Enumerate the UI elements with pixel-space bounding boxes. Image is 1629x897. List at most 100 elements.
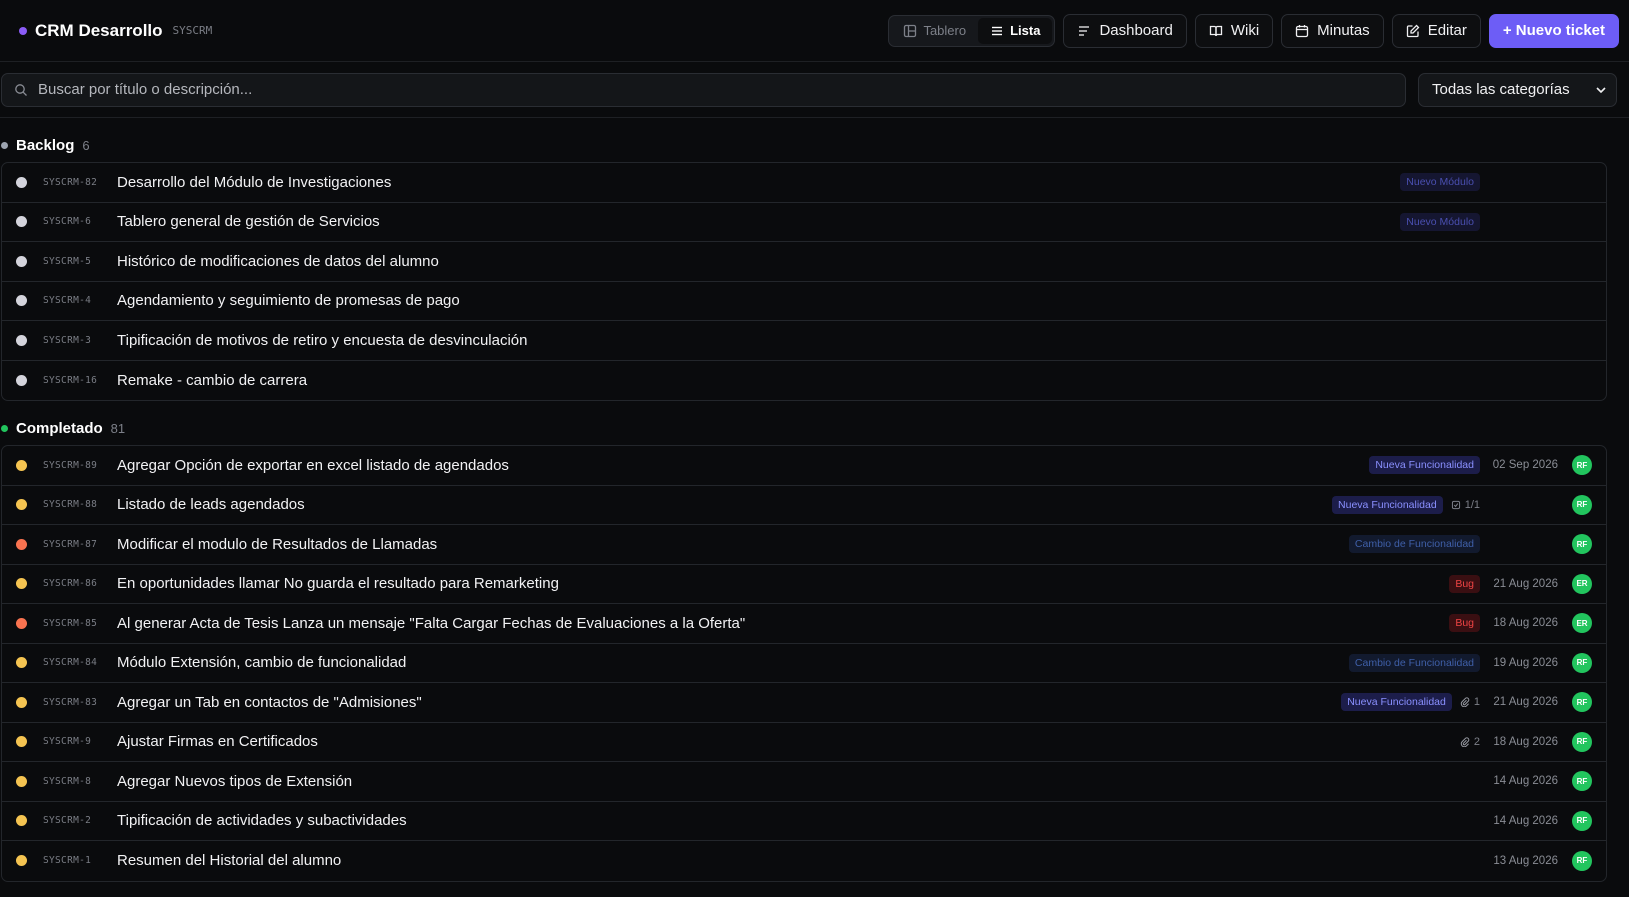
assignee-avatar[interactable]: ER xyxy=(1572,613,1592,634)
ticket-title[interactable]: Desarrollo del Módulo de Investigaciones xyxy=(117,174,1400,191)
ticket-row[interactable]: SYSCRM-2 Tipificación de actividades y su… xyxy=(2,802,1606,841)
ticket-subinfo: 1/1 xyxy=(1451,499,1480,511)
header-actions: Tablero Lista Dashboard Wiki Minutas Edi… xyxy=(888,13,1619,48)
ticket-title[interactable]: Resumen del Historial del alumno xyxy=(117,852,1488,869)
ticket-title[interactable]: Ajustar Firmas en Certificados xyxy=(117,733,1460,750)
priority-dot xyxy=(16,775,27,787)
ticket-title[interactable]: Agendamiento y seguimiento de promesas d… xyxy=(117,292,1488,309)
due-date: 18 Aug 2026 xyxy=(1493,617,1558,630)
due-date: 21 Aug 2026 xyxy=(1493,577,1558,590)
ticket-title[interactable]: Módulo Extensión, cambio de funcionalida… xyxy=(117,654,1349,671)
ticket-key: SYSCRM-8 xyxy=(43,775,92,787)
ticket-meta: Cambio de Funcionalidad 19 Aug 2026 RF xyxy=(1348,652,1592,673)
assignee-avatar[interactable]: RF xyxy=(1572,652,1592,673)
project-color-dot xyxy=(19,26,27,35)
ticket-title[interactable]: Modificar el modulo de Resultados de Lla… xyxy=(117,536,1349,553)
ticket-title[interactable]: Tablero general de gestión de Servicios xyxy=(117,213,1400,230)
assignee-slot: RF xyxy=(1566,771,1592,792)
ticket-row[interactable]: SYSCRM-89 Agregar Opción de exportar en e… xyxy=(2,446,1606,486)
assignee-slot: ER xyxy=(1566,613,1592,634)
minutes-button[interactable]: Minutas xyxy=(1281,13,1384,48)
assignee-avatar[interactable]: RF xyxy=(1572,771,1592,792)
assignee-avatar[interactable]: RF xyxy=(1572,692,1592,713)
ticket-key: SYSCRM-88 xyxy=(43,499,98,511)
priority-dot xyxy=(16,696,27,708)
ticket-key: SYSCRM-16 xyxy=(43,374,98,386)
board-icon xyxy=(903,24,917,38)
ticket-row[interactable]: SYSCRM-85 Al generar Acta de Tesis Lanza … xyxy=(2,604,1606,644)
ticket-row[interactable]: SYSCRM-87 Modificar el modulo de Resultad… xyxy=(2,525,1606,565)
list-view-button[interactable]: Lista xyxy=(978,17,1053,44)
assignee-avatar[interactable]: ER xyxy=(1572,573,1592,594)
ticket-title[interactable]: Agregar Opción de exportar en excel list… xyxy=(117,457,1369,474)
ticket-row[interactable]: SYSCRM-83 Agregar un Tab en contactos de … xyxy=(2,683,1606,723)
ticket-row[interactable]: SYSCRM-82 Desarrollo del Módulo de Invest… xyxy=(2,163,1606,203)
assignee-avatar[interactable]: RF xyxy=(1572,850,1592,871)
group-count: 81 xyxy=(110,420,126,436)
ticket-key: SYSCRM-4 xyxy=(43,295,92,307)
ticket-title[interactable]: Histórico de modificaciones de datos del… xyxy=(117,253,1488,270)
assignee-avatar[interactable]: RF xyxy=(1572,455,1592,476)
assignee-avatar[interactable]: RF xyxy=(1572,494,1592,515)
assignee-slot: RF xyxy=(1566,534,1592,555)
ticket-title[interactable]: En oportunidades llamar No guarda el res… xyxy=(117,575,1449,592)
category-tag: Nueva Funcionalidad xyxy=(1341,693,1452,712)
ticket-row[interactable]: SYSCRM-8 Agregar Nuevos tipos de Extensió… xyxy=(2,762,1606,802)
ticket-title[interactable]: Remake - cambio de carrera xyxy=(117,372,1488,389)
ticket-row[interactable]: SYSCRM-9 Ajustar Firmas en Certificados 2 1… xyxy=(2,723,1606,762)
ticket-row[interactable]: SYSCRM-1 Resumen del Historial del alumno… xyxy=(2,841,1606,881)
dashboard-button[interactable]: Dashboard xyxy=(1063,13,1187,48)
group-name: Completado xyxy=(16,419,103,437)
assignee-slot: RF xyxy=(1566,731,1592,752)
category-select[interactable]: Todas las categorías xyxy=(1418,72,1617,107)
category-tag: Cambio de Funcionalidad xyxy=(1348,535,1480,554)
edit-label: Editar xyxy=(1427,22,1467,39)
assignee-slot: RF xyxy=(1566,455,1592,476)
search-input[interactable] xyxy=(38,81,1393,98)
ticket-title[interactable]: Agregar un Tab en contactos de "Admision… xyxy=(117,694,1341,711)
ticket-key: SYSCRM-86 xyxy=(43,578,98,590)
checklist-icon xyxy=(1451,500,1461,510)
priority-dot xyxy=(16,176,27,188)
ticket-subinfo: 1 xyxy=(1460,696,1480,708)
ticket-title[interactable]: Tipificación de motivos de retiro y encu… xyxy=(117,332,1488,349)
ticket-meta: Nueva Funcionalidad 02 Sep 2026 RF xyxy=(1369,455,1592,476)
ticket-key: SYSCRM-82 xyxy=(43,176,98,188)
group-header[interactable]: Completado 81 xyxy=(0,417,1629,439)
new-ticket-button[interactable]: + Nuevo ticket xyxy=(1488,13,1619,48)
assignee-avatar[interactable]: RF xyxy=(1572,731,1592,752)
assignee-slot: RF xyxy=(1566,494,1592,515)
search-icon xyxy=(14,83,28,97)
ticket-row[interactable]: SYSCRM-5 Histórico de modificaciones de d… xyxy=(2,242,1606,282)
board-view-label: Tablero xyxy=(923,23,967,38)
filter-bar: Todas las categorías xyxy=(0,62,1629,118)
ticket-title[interactable]: Listado de leads agendados xyxy=(117,496,1332,513)
ticket-row[interactable]: SYSCRM-6 Tablero general de gestión de Se… xyxy=(2,203,1606,242)
ticket-row[interactable]: SYSCRM-88 Listado de leads agendados Nueva… xyxy=(2,486,1606,525)
ticket-key: SYSCRM-87 xyxy=(43,538,98,550)
assignee-avatar[interactable]: RF xyxy=(1572,810,1592,831)
assignee-slot: ER xyxy=(1566,573,1592,594)
group-header[interactable]: Backlog 6 xyxy=(0,134,1629,156)
ticket-key: SYSCRM-84 xyxy=(43,657,98,669)
group-name: Backlog xyxy=(16,136,75,154)
assignee-avatar[interactable]: RF xyxy=(1572,534,1592,555)
ticket-row[interactable]: SYSCRM-3 Tipificación de motivos de retir… xyxy=(2,321,1606,361)
edit-button[interactable]: Editar xyxy=(1391,13,1481,48)
ticket-title[interactable]: Agregar Nuevos tipos de Extensión xyxy=(117,773,1488,790)
ticket-row[interactable]: SYSCRM-16 Remake - cambio de carrera xyxy=(2,361,1606,401)
assignee-slot: RF xyxy=(1566,652,1592,673)
ticket-row[interactable]: SYSCRM-84 Módulo Extensión, cambio de fun… xyxy=(2,644,1606,683)
wiki-button[interactable]: Wiki xyxy=(1194,13,1274,48)
ticket-title[interactable]: Al generar Acta de Tesis Lanza un mensaj… xyxy=(117,615,1449,632)
ticket-row[interactable]: SYSCRM-4 Agendamiento y seguimiento de pr… xyxy=(2,282,1606,321)
priority-dot xyxy=(16,657,27,669)
edit-icon xyxy=(1406,24,1420,38)
priority-dot xyxy=(16,334,27,346)
category-tag: Cambio de Funcionalidad xyxy=(1348,653,1480,672)
ticket-row[interactable]: SYSCRM-86 En oportunidades llamar No guar… xyxy=(2,565,1606,604)
board-view-button[interactable]: Tablero xyxy=(891,18,978,44)
ticket-key: SYSCRM-85 xyxy=(43,617,98,629)
ticket-list: SYSCRM-89 Agregar Opción de exportar en e… xyxy=(1,445,1607,882)
ticket-title[interactable]: Tipificación de actividades y subactivid… xyxy=(117,812,1488,829)
